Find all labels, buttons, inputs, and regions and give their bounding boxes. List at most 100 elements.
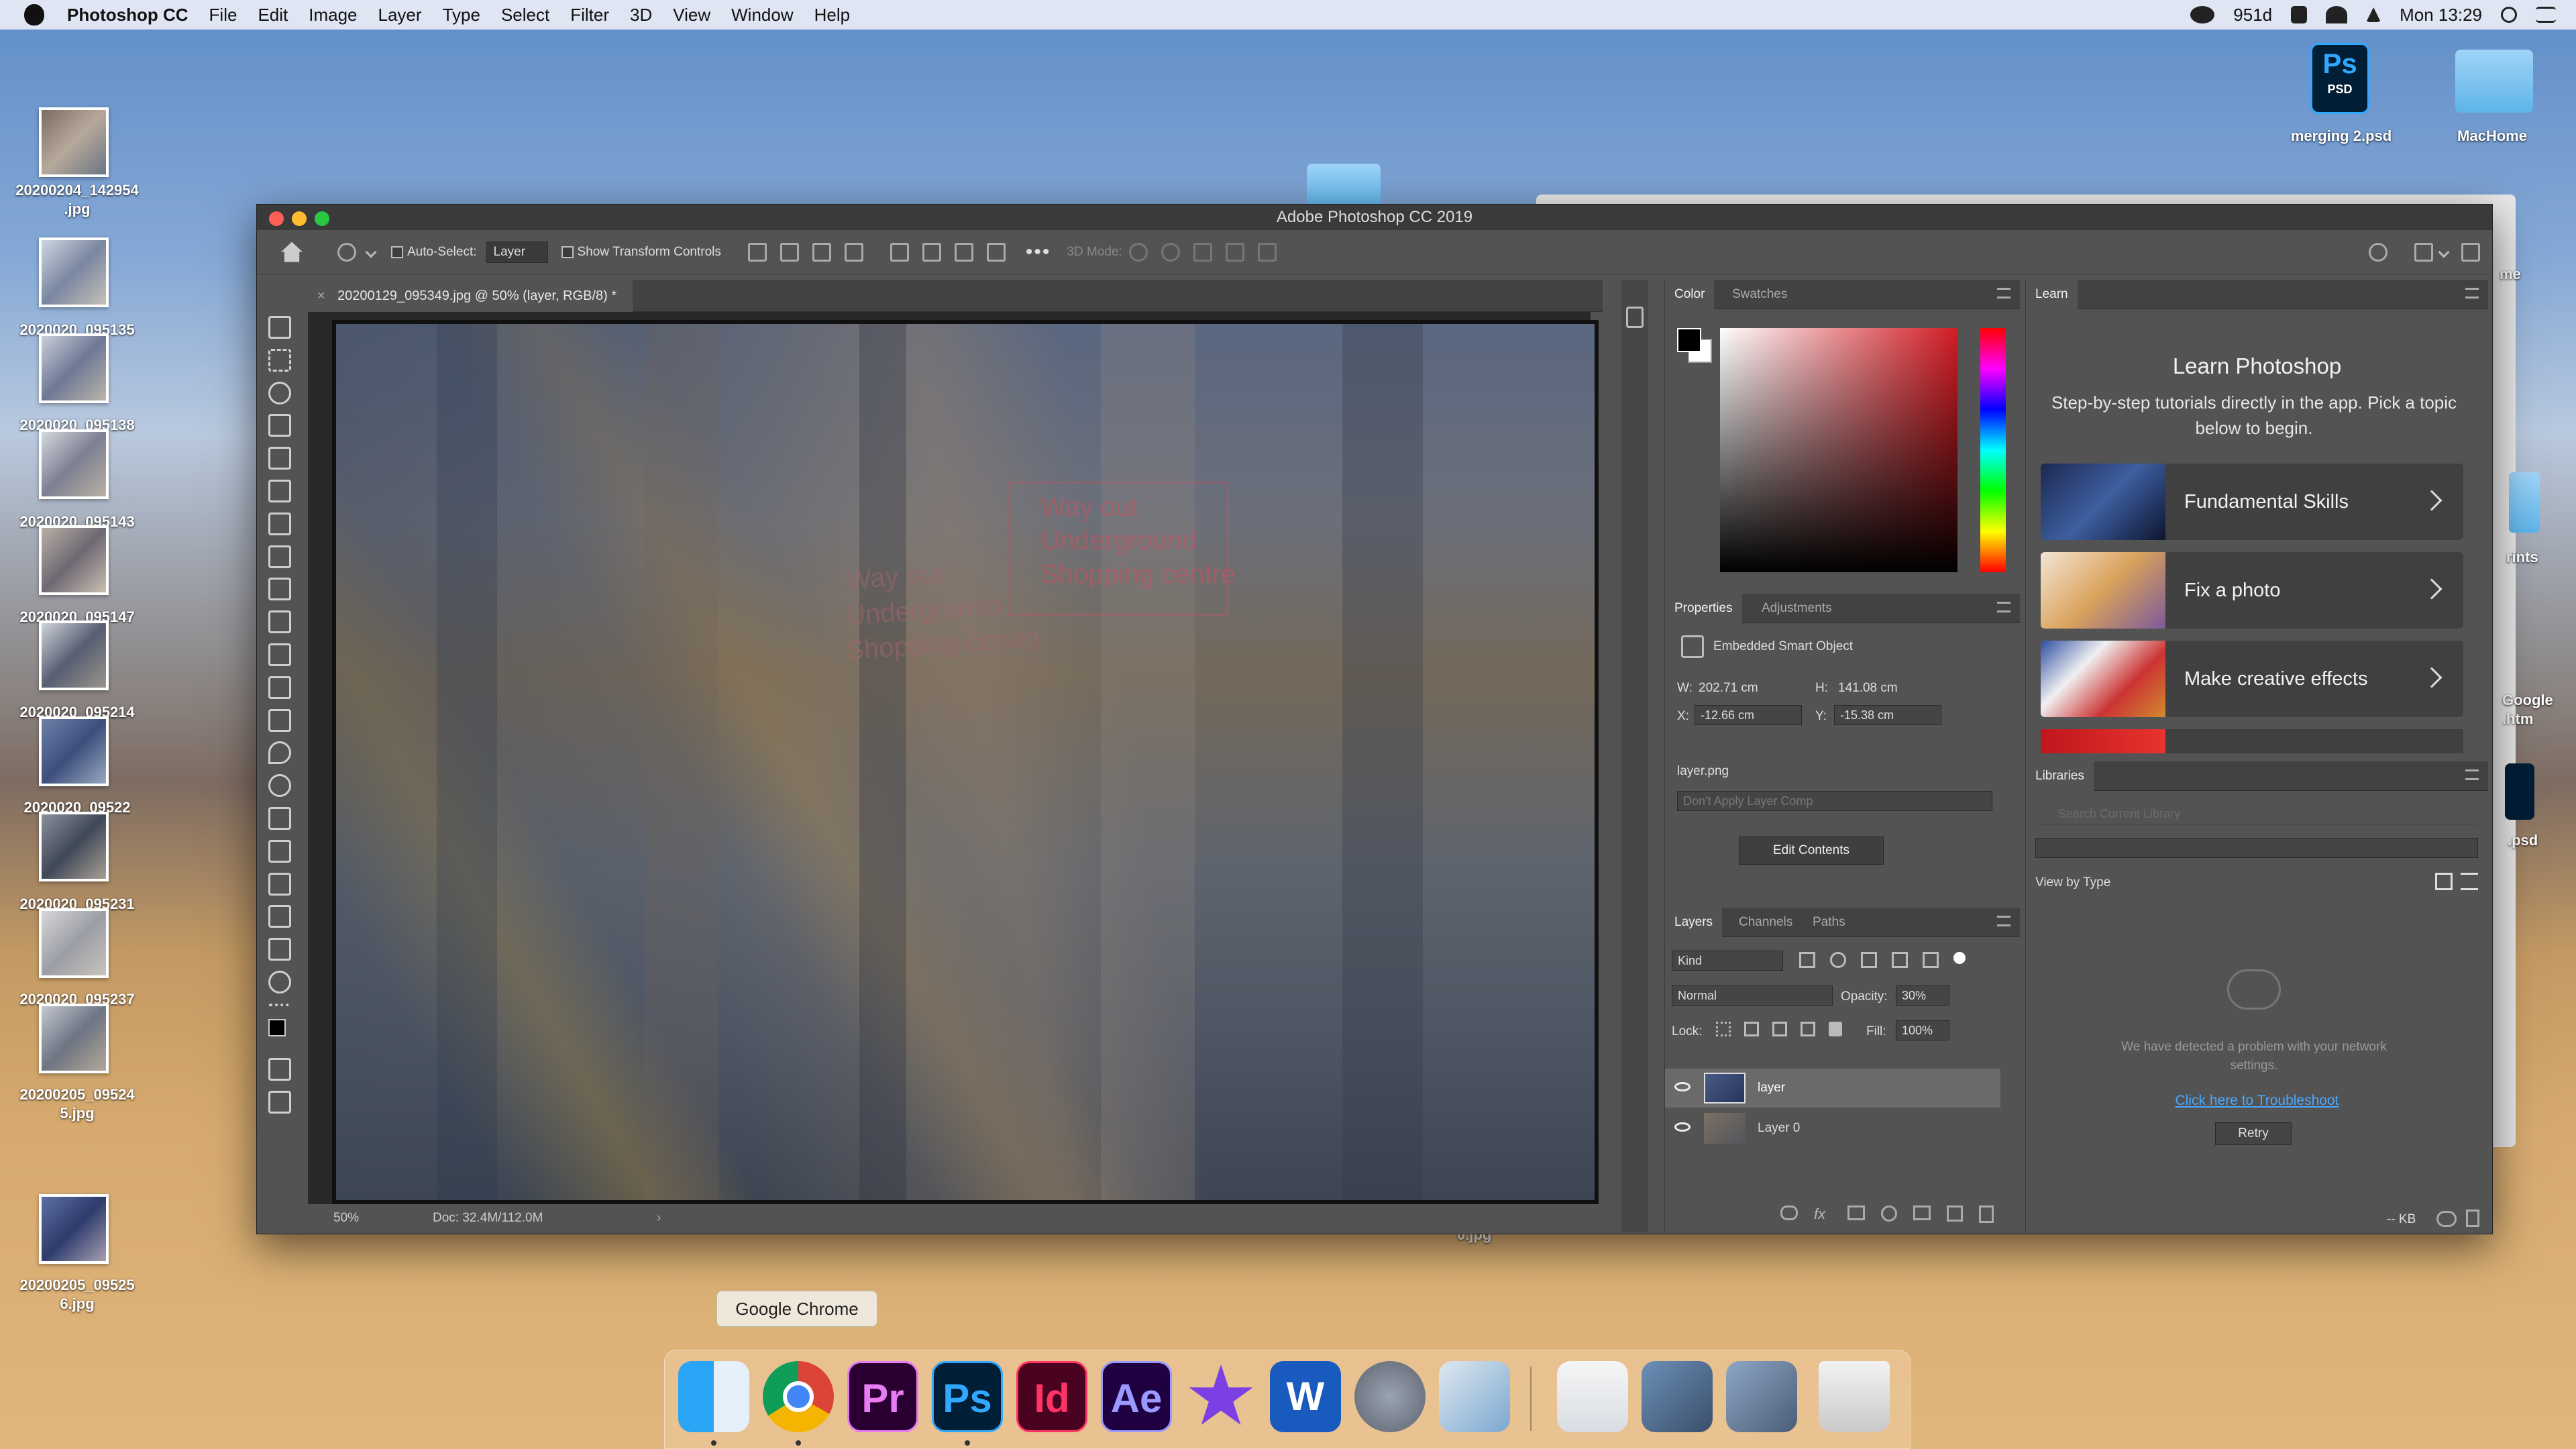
hand-tool-icon[interactable]	[268, 938, 291, 961]
menu-window[interactable]: Window	[731, 5, 793, 25]
workspace-icon[interactable]	[2414, 242, 2433, 262]
menu-filter[interactable]: Filter	[570, 5, 609, 25]
lock-position-icon[interactable]	[1772, 1022, 1787, 1036]
minimize-window-button[interactable]	[292, 211, 307, 226]
height-value[interactable]: 141.08 cm	[1838, 681, 1898, 696]
history-panel-icon[interactable]	[1626, 307, 1644, 328]
link-layers-icon[interactable]	[1780, 1205, 1798, 1220]
eyedropper-tool-icon[interactable]	[268, 512, 291, 535]
layer-row[interactable]: layer	[1665, 1069, 2000, 1108]
screen-mode-icon[interactable]	[268, 1091, 291, 1114]
3d-pan-icon[interactable]	[1193, 242, 1212, 262]
menu-edit[interactable]: Edit	[258, 5, 288, 25]
3d-slide-icon[interactable]	[1225, 242, 1244, 262]
apple-icon[interactable]	[24, 4, 44, 25]
3d-orbit-icon[interactable]	[1128, 242, 1148, 262]
tab-learn[interactable]: Learn	[2026, 280, 2078, 309]
documents-stack-icon[interactable]	[1726, 1361, 1797, 1432]
move-tool-icon[interactable]	[268, 316, 291, 339]
add-mask-icon[interactable]	[1847, 1205, 1865, 1220]
dodge-tool-icon[interactable]	[268, 774, 291, 798]
fill-field[interactable]: 100%	[1896, 1020, 1949, 1040]
desktop-file-thumbnail[interactable]	[39, 1194, 109, 1264]
notification-center-icon[interactable]	[2536, 7, 2556, 23]
opacity-field[interactable]: 30%	[1896, 985, 1949, 1006]
align-left-icon[interactable]	[747, 242, 767, 262]
adjustment-filter-icon[interactable]	[1830, 952, 1846, 968]
chevron-right-icon[interactable]: ›	[657, 1204, 661, 1232]
menu-select[interactable]: Select	[501, 5, 549, 25]
marquee-tool-icon[interactable]	[268, 348, 291, 372]
auto-select-checkbox[interactable]	[391, 246, 403, 258]
desktop-file-thumbnail[interactable]	[39, 237, 109, 307]
library-search-input[interactable]: Search Current Library	[2035, 804, 2478, 824]
tab-paths[interactable]: Paths	[1803, 908, 1855, 937]
desktop-file-label[interactable]: me	[2500, 266, 2521, 283]
align-middle-icon[interactable]	[922, 242, 941, 262]
layer-row[interactable]: Layer 0	[1665, 1109, 2000, 1148]
psd-file-icon[interactable]	[2505, 763, 2534, 820]
spotlight-search-icon[interactable]	[2501, 7, 2517, 23]
desktop-file-thumbnail[interactable]	[39, 107, 109, 177]
downloads-stack-icon[interactable]	[1557, 1361, 1628, 1432]
tab-layers[interactable]: Layers	[1665, 908, 1723, 937]
type-tool-icon[interactable]	[268, 839, 291, 863]
menu-file[interactable]: File	[209, 5, 237, 25]
trash-icon[interactable]	[1979, 1205, 1994, 1223]
more-options-icon[interactable]: •••	[1026, 241, 1051, 264]
panel-menu-icon[interactable]	[1997, 916, 2010, 926]
retry-button[interactable]: Retry	[2215, 1122, 2292, 1145]
foreground-color-swatch[interactable]	[1677, 328, 1701, 352]
tab-swatches[interactable]: Swatches	[1723, 280, 1796, 309]
window-titlebar[interactable]: Adobe Photoshop CC 2019	[257, 205, 2492, 230]
indesign-icon[interactable]: Id	[1016, 1361, 1087, 1432]
artwork-canvas[interactable]: Way out Underground Shopping centre Way …	[332, 320, 1599, 1204]
history-brush-tool-icon[interactable]	[268, 643, 291, 666]
creative-cloud-icon[interactable]	[2190, 6, 2215, 23]
desktop-file-label[interactable]: .psd	[2508, 832, 2538, 849]
word-icon[interactable]: W	[1270, 1361, 1341, 1432]
x-position-field[interactable]: -12.66 cm	[1695, 705, 1802, 725]
foreground-color-swatch[interactable]	[268, 1018, 286, 1036]
desktop-folder-label[interactable]: MacHome	[2422, 127, 2563, 145]
edit-toolbar-icon[interactable]	[268, 1003, 291, 1009]
lock-pixels-icon[interactable]	[1744, 1022, 1759, 1036]
menu-app-name[interactable]: Photoshop CC	[67, 5, 189, 25]
chevron-down-icon[interactable]	[365, 246, 377, 258]
trash-icon[interactable]	[1819, 1361, 1890, 1432]
y-position-field[interactable]: -15.38 cm	[1834, 705, 1941, 725]
cloud-sync-icon[interactable]	[2436, 1211, 2457, 1227]
brush-tool-icon[interactable]	[268, 578, 291, 601]
document-size[interactable]: Doc: 32.4M/112.0M	[433, 1204, 543, 1232]
panel-menu-icon[interactable]	[2465, 288, 2479, 299]
new-adjustment-icon[interactable]	[1881, 1205, 1897, 1222]
fx-icon[interactable]: fx	[1814, 1205, 1831, 1222]
blur-tool-icon[interactable]	[268, 741, 291, 765]
learn-card[interactable]: Fundamental Skills	[2041, 464, 2463, 540]
show-transform-checkbox[interactable]	[561, 246, 574, 258]
desktop-file-thumbnail[interactable]	[39, 908, 109, 978]
lock-artboard-icon[interactable]	[1801, 1022, 1815, 1036]
finder-icon[interactable]	[678, 1361, 749, 1432]
desktop-file-thumbnail[interactable]	[39, 1004, 109, 1073]
menu-help[interactable]: Help	[814, 5, 850, 25]
tab-properties[interactable]: Properties	[1665, 594, 1742, 623]
desktop-file-label[interactable]: 20200204_142954 .jpg	[0, 181, 154, 219]
launchpad-icon[interactable]	[1354, 1361, 1426, 1432]
desktop-file-label[interactable]: merging 2.psd	[2267, 127, 2415, 145]
desktop-file-thumbnail[interactable]	[39, 812, 109, 881]
desktop-file-thumbnail[interactable]	[39, 333, 109, 403]
layer-filter-dropdown[interactable]: Kind	[1672, 951, 1783, 971]
trash-icon[interactable]	[2466, 1210, 2479, 1227]
eraser-tool-icon[interactable]	[268, 676, 291, 699]
clock[interactable]: Mon 13:29	[2400, 5, 2482, 25]
rectangle-tool-icon[interactable]	[268, 905, 291, 928]
view-by-type[interactable]: View by Type	[2035, 875, 2110, 890]
pen-tool-icon[interactable]	[268, 806, 291, 830]
lock-transparent-icon[interactable]	[1716, 1022, 1731, 1036]
3d-camera-icon[interactable]	[1257, 242, 1277, 262]
screenshot-stack-icon[interactable]	[1642, 1361, 1713, 1432]
folder-icon[interactable]	[2455, 50, 2533, 113]
desktop-file-thumbnail[interactable]	[39, 716, 109, 786]
align-top-icon[interactable]	[890, 242, 909, 262]
